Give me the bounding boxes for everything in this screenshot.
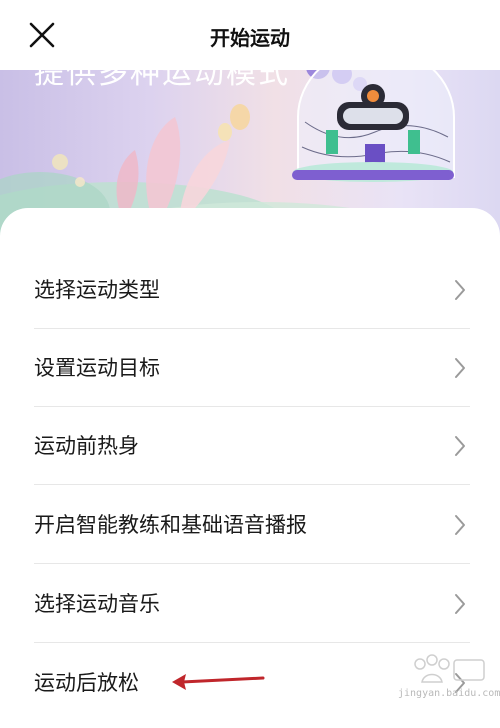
- watermark: jingyan.baidu.com: [398, 652, 500, 708]
- menu-item-label: 选择运动音乐: [34, 592, 160, 616]
- menu-item-sport-type[interactable]: 选择运动类型: [34, 250, 470, 329]
- menu-item-label: 开启智能教练和基础语音播报: [34, 513, 307, 537]
- chevron-right-icon: [455, 594, 465, 614]
- chevron-right-icon: [455, 515, 465, 535]
- menu-item-label: 运动前热身: [34, 434, 139, 458]
- red-arrow-annotation: [172, 674, 265, 690]
- menu-item-music[interactable]: 选择运动音乐: [34, 564, 470, 643]
- menu-card: 选择运动类型 设置运动目标 运动前热身 开启智能教练和基础语音播报 选择运动音乐…: [0, 208, 500, 728]
- menu-item-label: 选择运动类型: [34, 278, 160, 302]
- menu-item-label: 设置运动目标: [34, 356, 160, 380]
- watermark-text: jingyan.baidu.com: [398, 688, 500, 699]
- chevron-right-icon: [455, 280, 465, 300]
- menu-item-warmup[interactable]: 运动前热身: [34, 406, 470, 485]
- top-bar: 开始运动: [0, 0, 500, 70]
- page-title: 开始运动: [210, 26, 290, 50]
- baidu-logo-icon: [414, 654, 485, 683]
- menu-item-set-goal[interactable]: 设置运动目标: [34, 328, 470, 407]
- chevron-right-icon: [455, 436, 465, 456]
- menu-item-label: 运动后放松: [34, 671, 139, 695]
- chevron-right-icon: [455, 358, 465, 378]
- menu-item-smart-coach[interactable]: 开启智能教练和基础语音播报: [34, 485, 470, 564]
